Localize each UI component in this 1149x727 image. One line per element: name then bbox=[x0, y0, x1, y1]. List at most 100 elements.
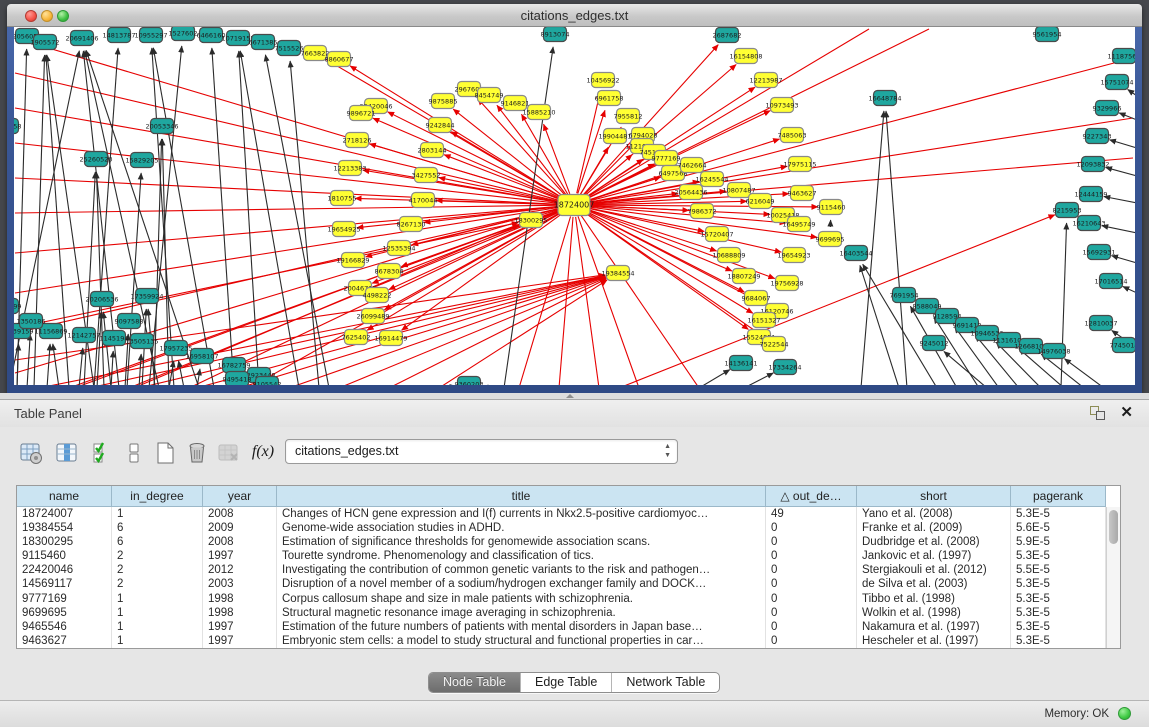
graph-node[interactable]: 9684067 bbox=[742, 291, 771, 306]
graph-node[interactable]: 20564436 bbox=[674, 185, 707, 200]
table-row[interactable]: 911546021997Tourette syndrome. Phenomeno… bbox=[17, 549, 1106, 563]
table-row[interactable]: 1872400712008Changes of HCN gene express… bbox=[17, 507, 1106, 521]
graph-node[interactable]: 2718126 bbox=[343, 133, 372, 148]
graph-node[interactable]: 1350186 bbox=[17, 314, 46, 329]
graph-node[interactable]: 18300295 bbox=[514, 213, 547, 228]
column-header-short[interactable]: short bbox=[857, 486, 1011, 507]
graph-node[interactable]: 1390599 bbox=[14, 299, 21, 314]
graph-node[interactable]: 6216049 bbox=[746, 194, 775, 209]
graph-node[interactable]: 15829205 bbox=[125, 153, 158, 168]
select-all-button[interactable] bbox=[88, 438, 118, 468]
graph-node[interactable]: 17975115 bbox=[783, 157, 816, 172]
graph-node[interactable]: 16210643 bbox=[1072, 216, 1105, 231]
graph-node[interactable]: 9463627 bbox=[788, 186, 817, 201]
graph-node[interactable]: 16782759 bbox=[217, 358, 250, 373]
graph-node[interactable]: 17359924 bbox=[130, 289, 163, 304]
graph-node[interactable]: 9896721 bbox=[347, 106, 376, 121]
graph-node[interactable]: 25260520 bbox=[79, 152, 112, 167]
graph-node[interactable]: 2803144 bbox=[418, 143, 447, 158]
graph-node[interactable]: 17016514 bbox=[1094, 274, 1127, 289]
graph-node[interactable]: 12444159 bbox=[1074, 187, 1107, 202]
table-selector-dropdown[interactable]: citations_edges.txt ▲▼ bbox=[285, 439, 678, 464]
table-row[interactable]: 946362711997Embryonic stem cells: a mode… bbox=[17, 634, 1106, 648]
graph-node[interactable]: 9875885 bbox=[429, 94, 458, 109]
graph-node[interactable]: 15885210 bbox=[522, 105, 555, 120]
scrollbar-thumb[interactable] bbox=[1109, 510, 1118, 544]
graph-node[interactable]: 7955812 bbox=[614, 109, 643, 124]
graph-node[interactable]: 8913074 bbox=[541, 27, 570, 42]
table-row[interactable]: 1830029562008Estimation of significance … bbox=[17, 535, 1106, 549]
float-panel-icon[interactable] bbox=[1090, 406, 1105, 420]
column-header-out_de[interactable]: △ out_de… bbox=[766, 486, 857, 507]
tab-network-table[interactable]: Network Table bbox=[612, 673, 719, 692]
table-row[interactable]: 2242004622012Investigating the contribut… bbox=[17, 563, 1106, 577]
graph-node[interactable]: 9561954 bbox=[1033, 27, 1062, 42]
graph-node[interactable]: 7986372 bbox=[688, 204, 717, 219]
graph-node[interactable]: 9245012 bbox=[920, 336, 949, 351]
delete-columns-button[interactable] bbox=[182, 438, 212, 468]
tab-node-table[interactable]: Node Table bbox=[429, 673, 521, 692]
graph-node[interactable]: 19654923 bbox=[777, 248, 810, 263]
graph-node[interactable]: 10973493 bbox=[765, 98, 798, 113]
graph-node[interactable]: 9777169 bbox=[652, 151, 681, 166]
graph-node[interactable]: 10456922 bbox=[586, 73, 619, 88]
graph-node[interactable]: 20691406 bbox=[65, 31, 98, 46]
tab-edge-table[interactable]: Edge Table bbox=[521, 673, 612, 692]
graph-node[interactable]: 9115460 bbox=[817, 200, 846, 215]
graph-node[interactable]: 6961758 bbox=[595, 91, 624, 106]
graph-node[interactable]: 12093832 bbox=[1076, 157, 1109, 172]
graph-node[interactable]: 7485063 bbox=[778, 128, 807, 143]
graph-node[interactable]: 9329966 bbox=[1093, 101, 1122, 116]
column-header-title[interactable]: title bbox=[277, 486, 766, 507]
show-columns-button[interactable] bbox=[52, 438, 82, 468]
graph-node[interactable]: 12213383 bbox=[333, 161, 366, 176]
graph-node[interactable]: 8105542 bbox=[253, 377, 282, 386]
network-view[interactable]: 2056054190557220691406148137871095529715… bbox=[14, 27, 1135, 385]
hub-node[interactable]: 18724007 bbox=[554, 195, 595, 216]
graph-node[interactable]: 14976038 bbox=[1037, 344, 1070, 359]
graph-node[interactable]: 14813787 bbox=[102, 28, 135, 43]
column-header-pagerank[interactable]: pagerank bbox=[1011, 486, 1106, 507]
graph-node[interactable]: 16914479 bbox=[374, 331, 407, 346]
graph-node[interactable]: 12142757 bbox=[67, 328, 100, 343]
graph-node[interactable]: 19384554 bbox=[601, 266, 634, 281]
graph-node[interactable]: 8454749 bbox=[475, 88, 504, 103]
graph-node[interactable]: 7745014 bbox=[1110, 338, 1135, 353]
graph-node[interactable]: 16154808 bbox=[729, 49, 762, 64]
graph-node[interactable]: 19166829 bbox=[336, 253, 369, 268]
column-header-year[interactable]: year bbox=[203, 486, 277, 507]
graph-node[interactable]: 17334264 bbox=[768, 360, 801, 375]
graph-node[interactable]: 1527602 bbox=[169, 27, 198, 41]
graph-node[interactable]: 10688809 bbox=[712, 248, 745, 263]
table-row[interactable]: 1938455462009Genome-wide association stu… bbox=[17, 521, 1106, 535]
graph-node[interactable]: 20053346 bbox=[145, 119, 178, 134]
graph-node[interactable]: 1145194 bbox=[100, 331, 129, 346]
graph-node[interactable]: 7462664 bbox=[678, 158, 707, 173]
graph-node[interactable]: 7625402 bbox=[342, 330, 371, 345]
graph-node[interactable]: 18807249 bbox=[727, 269, 760, 284]
network-window-titlebar[interactable]: citations_edges.txt bbox=[7, 4, 1142, 27]
graph-node[interactable]: 3427552 bbox=[412, 168, 441, 183]
graph-node[interactable]: 11187567 bbox=[1107, 49, 1135, 64]
column-header-name[interactable]: name bbox=[17, 486, 112, 507]
graph-node[interactable]: 9495418 bbox=[223, 372, 252, 386]
graph-node[interactable]: 16245544 bbox=[695, 172, 728, 187]
graph-node[interactable]: 19756928 bbox=[770, 276, 803, 291]
graph-node[interactable]: 1905572 bbox=[31, 35, 60, 50]
graph-node[interactable]: 15720407 bbox=[700, 227, 733, 242]
column-header-in_degree[interactable]: in_degree bbox=[112, 486, 203, 507]
graph-node[interactable]: 10955297 bbox=[134, 28, 167, 43]
graph-node[interactable]: 12213987 bbox=[749, 73, 782, 88]
graph-node[interactable]: 4170044 bbox=[409, 193, 438, 208]
clear-selection-button[interactable] bbox=[120, 438, 150, 468]
table-row[interactable]: 969969511998Structural magnetic resonanc… bbox=[17, 606, 1106, 620]
graph-node[interactable]: 8678304 bbox=[375, 264, 404, 279]
graph-node[interactable]: 7515526 bbox=[275, 41, 304, 56]
graph-node[interactable]: 7522544 bbox=[760, 337, 789, 352]
graph-node[interactable]: 16403544 bbox=[839, 246, 872, 261]
table-options-button[interactable] bbox=[16, 438, 46, 468]
graph-node[interactable]: 15692931 bbox=[1082, 245, 1115, 260]
graph-node[interactable]: 19904481 bbox=[598, 129, 631, 144]
graph-node[interactable]: 16151327 bbox=[747, 313, 780, 328]
graph-node[interactable]: 4498222 bbox=[363, 288, 392, 303]
